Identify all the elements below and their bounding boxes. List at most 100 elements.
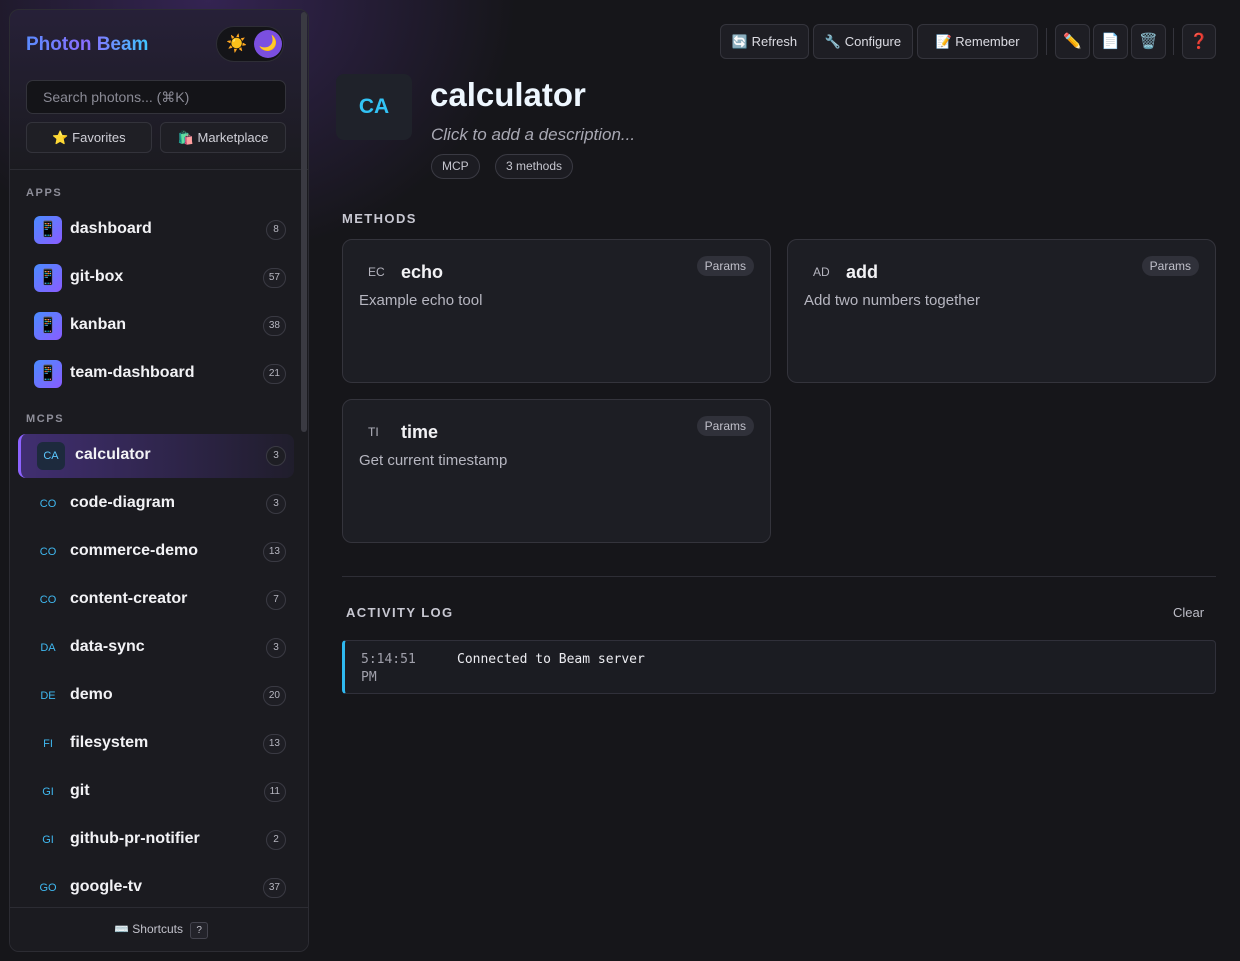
- sidebar-item-dashboard[interactable]: 📱 dashboard 8: [18, 208, 294, 252]
- mcp-abbr-icon: DA: [40, 642, 56, 654]
- description-editable[interactable]: Click to add a description...: [431, 125, 635, 145]
- sidebar-item-label: data-sync: [70, 638, 145, 655]
- theme-toggle[interactable]: ☀️ 🌙: [216, 26, 284, 62]
- shortcut-key: ?: [190, 922, 208, 939]
- mcp-abbr-icon: DE: [40, 690, 56, 702]
- marketplace-button[interactable]: 🛍️ Marketplace: [160, 122, 286, 153]
- log-entry: 5:14:51 PM Connected to Beam server: [342, 640, 1216, 694]
- phone-icon: 📱: [34, 264, 62, 292]
- search-input[interactable]: [26, 80, 286, 114]
- page-title: calculator: [430, 76, 586, 113]
- method-name: time: [401, 422, 439, 442]
- count-badge: 37: [262, 878, 286, 898]
- moon-icon[interactable]: 🌙: [254, 30, 282, 58]
- sidebar-item-label: commerce-demo: [70, 542, 199, 559]
- count-badge: 38: [262, 316, 286, 336]
- sidebar-item-label: team-dashboard: [70, 364, 195, 381]
- file-button[interactable]: 📄: [1093, 24, 1128, 59]
- sidebar-item-label: dashboard: [70, 220, 152, 237]
- shortcuts-label: ⌨️ Shortcuts: [114, 922, 183, 936]
- sidebar-footer: ⌨️ Shortcuts ?: [10, 907, 308, 951]
- method-abbr-icon: AD: [813, 265, 830, 279]
- count-badge: 3: [266, 446, 286, 466]
- sidebar-item-label: filesystem: [70, 734, 149, 751]
- favorites-button[interactable]: ⭐ Favorites: [26, 122, 152, 153]
- sidebar-item-label: calculator: [75, 446, 151, 463]
- method-name: add: [846, 262, 879, 282]
- method-card-time[interactable]: TI time Get current timestamp Params: [342, 399, 771, 543]
- phone-icon: 📱: [34, 360, 62, 388]
- sidebar-item-label: demo: [70, 686, 113, 703]
- mcp-abbr-icon: FI: [43, 738, 53, 750]
- method-description: Get current timestamp: [359, 452, 508, 469]
- method-card-add[interactable]: AD add Add two numbers together Params: [787, 239, 1216, 383]
- clear-log-button[interactable]: Clear: [1173, 605, 1204, 620]
- refresh-button[interactable]: 🔄 Refresh: [720, 24, 809, 59]
- activity-log-heading: ACTIVITY LOG: [346, 605, 454, 620]
- sidebar-item-label: google-tv: [70, 878, 142, 895]
- sidebar-item-label: content-creator: [70, 590, 188, 607]
- sidebar-item-calculator[interactable]: CA calculator 3: [18, 434, 294, 478]
- count-badge: 3: [266, 494, 286, 514]
- sidebar-item-demo[interactable]: DE demo 20: [18, 674, 294, 718]
- method-abbr-icon: TI: [368, 425, 379, 439]
- count-badge: 7: [266, 590, 286, 610]
- sidebar-item-label: code-diagram: [70, 494, 175, 511]
- mcp-abbr-icon: CA: [37, 442, 65, 470]
- configure-button[interactable]: 🔧 Configure: [813, 24, 913, 59]
- help-icon: ❓: [1189, 33, 1209, 50]
- sidebar-item-github-pr-notifier[interactable]: GI github-pr-notifier 2: [18, 818, 294, 862]
- tag-mcp: MCP: [431, 154, 480, 179]
- sun-icon[interactable]: ☀️: [226, 34, 247, 54]
- sidebar-item-git-box[interactable]: 📱 git-box 57: [18, 256, 294, 300]
- count-badge: 13: [262, 734, 286, 754]
- method-card-echo[interactable]: EC echo Example echo tool Params: [342, 239, 771, 383]
- help-button[interactable]: ❓: [1182, 24, 1216, 59]
- edit-button[interactable]: ✏️: [1055, 24, 1090, 59]
- count-badge: 11: [263, 782, 286, 802]
- delete-button[interactable]: 🗑️: [1131, 24, 1166, 59]
- params-badge: Params: [1141, 256, 1199, 276]
- pencil-icon: ✏️: [1063, 33, 1082, 50]
- sidebar-item-code-diagram[interactable]: CO code-diagram 3: [18, 482, 294, 526]
- sidebar-item-google-tv[interactable]: GO google-tv 37: [18, 866, 294, 910]
- count-badge: 2: [266, 830, 286, 850]
- sidebar-item-git[interactable]: GI git 11: [18, 770, 294, 814]
- sidebar-item-filesystem[interactable]: FI filesystem 13: [18, 722, 294, 766]
- mcp-abbr-icon: GI: [42, 834, 54, 846]
- params-badge: Params: [696, 256, 754, 276]
- sidebar-item-label: github-pr-notifier: [70, 830, 200, 847]
- toolbar-separator: [1173, 28, 1174, 55]
- phone-icon: 📱: [34, 216, 62, 244]
- sidebar-item-label: kanban: [70, 316, 127, 333]
- trash-icon: 🗑️: [1139, 33, 1158, 50]
- tag-method-count: 3 methods: [495, 154, 574, 179]
- activity-divider: [342, 576, 1216, 577]
- sidebar-item-team-dashboard[interactable]: 📱 team-dashboard 21: [18, 352, 294, 396]
- brand-title: Photon Beam: [26, 34, 149, 55]
- mcp-abbr-icon: GO: [39, 882, 57, 894]
- sidebar-item-commerce-demo[interactable]: CO commerce-demo 13: [18, 530, 294, 574]
- photon-avatar: CA: [336, 74, 412, 140]
- sidebar-item-data-sync[interactable]: DA data-sync 3: [18, 626, 294, 670]
- shortcuts-button[interactable]: ⌨️ Shortcuts ?: [114, 922, 208, 939]
- mcp-abbr-icon: CO: [39, 498, 57, 510]
- mcp-abbr-icon: CO: [39, 594, 57, 606]
- method-abbr-icon: EC: [368, 265, 385, 279]
- sidebar: Photon Beam ☀️ 🌙 ⭐ Favorites 🛍️ Marketpl…: [9, 9, 309, 952]
- sidebar-scrollbar[interactable]: [301, 12, 307, 432]
- count-badge: 3: [266, 638, 286, 658]
- method-description: Example echo tool: [359, 292, 483, 309]
- methods-heading: METHODS: [342, 211, 417, 226]
- sidebar-item-kanban[interactable]: 📱 kanban 38: [18, 304, 294, 348]
- mcp-abbr-icon: CO: [39, 546, 57, 558]
- count-badge: 21: [262, 364, 286, 384]
- sidebar-item-content-creator[interactable]: CO content-creator 7: [18, 578, 294, 622]
- file-icon: 📄: [1101, 33, 1120, 50]
- mcps-heading: MCPS: [26, 413, 65, 425]
- params-badge: Params: [696, 416, 754, 436]
- log-message: Connected to Beam server: [457, 652, 645, 667]
- sidebar-divider: [10, 169, 308, 170]
- toolbar-separator: [1046, 28, 1047, 55]
- remember-button[interactable]: 📝 Remember: [917, 24, 1038, 59]
